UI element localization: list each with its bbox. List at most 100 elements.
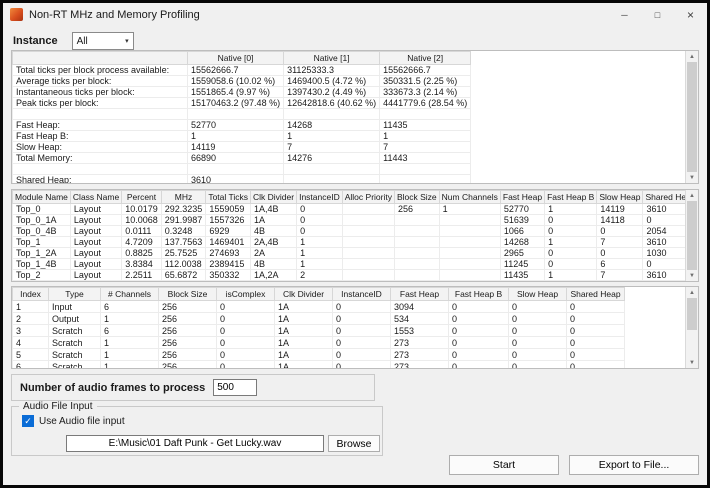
table-cell: 0 <box>333 325 391 337</box>
table-cell: 256 <box>159 313 217 325</box>
table-row[interactable]: Fast Heap B:111 <box>13 131 471 142</box>
table-row[interactable]: Top_0_4BLayout0.01110.324869294B01066002… <box>13 226 699 237</box>
audio-file-path-input[interactable] <box>66 435 324 452</box>
table-row[interactable]: 2Output125601A0534000 <box>13 313 625 325</box>
table-cell: 0 <box>509 301 567 313</box>
table-cell: Scratch <box>49 349 101 361</box>
table-cell: 7 <box>284 142 380 153</box>
table-cell <box>13 164 188 175</box>
column-header: Type <box>49 288 101 301</box>
table-row[interactable]: Total ticks per block process available:… <box>13 65 471 76</box>
table-cell: 7 <box>597 237 643 248</box>
vertical-scrollbar[interactable]: ▲ ▼ <box>685 190 698 281</box>
table-cell: 2965 <box>500 248 544 259</box>
table-row[interactable]: Shared Heap:3610 <box>13 175 471 185</box>
table-row[interactable]: 4Scratch125601A0273000 <box>13 337 625 349</box>
scrollbar-thumb[interactable] <box>687 62 697 172</box>
table-cell: 2 <box>297 270 343 281</box>
table-cell: 15562666.7 <box>380 65 471 76</box>
table-row[interactable] <box>13 109 471 120</box>
table-cell: 0 <box>297 215 343 226</box>
scroll-up-icon[interactable]: ▲ <box>686 51 698 62</box>
table-row[interactable] <box>13 164 471 175</box>
table-row[interactable]: Top_2Layout2.251165.68723503321A,2A21143… <box>13 270 699 281</box>
table-cell: 0 <box>509 313 567 325</box>
table-row[interactable]: 6Scratch125601A0273000 <box>13 361 625 370</box>
table-cell: 6929 <box>206 226 251 237</box>
table-cell: 1 <box>284 131 380 142</box>
table-cell: 3094 <box>391 301 449 313</box>
table-cell: Top_1_4B <box>13 259 71 270</box>
scroll-down-icon[interactable]: ▼ <box>686 172 698 183</box>
table-row[interactable]: Top_1Layout4.7209137.756314694012A,4B114… <box>13 237 699 248</box>
table-row[interactable]: Peak ticks per block:15170463.2 (97.48 %… <box>13 98 471 109</box>
table-row[interactable]: Top_2_1ALayout0.02050.598031891A22980051… <box>13 281 699 283</box>
table-cell: 0 <box>449 301 509 313</box>
table-row[interactable]: Top_1_2ALayout0.882525.75252746932A12965… <box>13 248 699 259</box>
maximize-button[interactable]: □ <box>641 3 674 26</box>
table-cell <box>439 281 500 283</box>
table-cell: 0.5980 <box>161 281 206 283</box>
table-cell: 350331.5 (2.25 %) <box>380 76 471 87</box>
summary-table: Native [0]Native [1]Native [2] Total tic… <box>12 51 471 184</box>
table-row[interactable]: Average ticks per block:1559058.6 (10.02… <box>13 76 471 87</box>
table-cell: 2 <box>297 281 343 283</box>
table-cell: 1469400.5 (4.72 %) <box>284 76 380 87</box>
table-cell: 6 <box>597 259 643 270</box>
use-audio-checkbox-row[interactable]: ✓ Use Audio file input <box>22 415 125 427</box>
title-bar[interactable]: Non-RT MHz and Memory Profiling ─ □ × <box>3 3 707 26</box>
table-cell <box>342 248 394 259</box>
start-button[interactable]: Start <box>449 455 559 475</box>
table-row[interactable]: Total Memory:668901427611443 <box>13 153 471 164</box>
table-cell <box>394 248 439 259</box>
scrollbar-thumb[interactable] <box>687 298 697 330</box>
table-cell <box>394 270 439 281</box>
table-cell: 3.8384 <box>122 259 162 270</box>
table-row[interactable]: Instantaneous ticks per block:1551865.4 … <box>13 87 471 98</box>
table-cell: 1A <box>275 313 333 325</box>
minimize-button[interactable]: ─ <box>608 3 641 26</box>
table-cell: Instantaneous ticks per block: <box>13 87 188 98</box>
table-cell: 4441779.6 (28.54 %) <box>380 98 471 109</box>
table-cell: 0 <box>449 349 509 361</box>
table-cell: 10.0068 <box>122 215 162 226</box>
table-row[interactable]: 1Input625601A03094000 <box>13 301 625 313</box>
column-header: Slow Heap <box>509 288 567 301</box>
table-cell: 1 <box>297 248 343 259</box>
table-row[interactable]: 5Scratch125601A0273000 <box>13 349 625 361</box>
table-cell: 0.0111 <box>122 226 162 237</box>
instance-select[interactable]: All ▾ <box>72 32 134 50</box>
table-row[interactable]: Fast Heap:527701426811435 <box>13 120 471 131</box>
table-cell: 0 <box>597 248 643 259</box>
table-cell <box>439 259 500 270</box>
scroll-down-icon[interactable]: ▼ <box>686 357 698 368</box>
table-cell: Layout <box>70 248 121 259</box>
table-cell: 2.2511 <box>122 270 162 281</box>
scroll-down-icon[interactable]: ▼ <box>686 270 698 281</box>
table-cell: 12642818.6 (40.62 %) <box>284 98 380 109</box>
scroll-up-icon[interactable]: ▲ <box>686 190 698 201</box>
table-cell: 31125333.3 <box>284 65 380 76</box>
table-cell: 0 <box>449 325 509 337</box>
table-cell: 0 <box>449 361 509 370</box>
frames-input[interactable] <box>213 379 257 396</box>
use-audio-checkbox[interactable]: ✓ <box>22 415 34 427</box>
table-cell: 1557326 <box>206 215 251 226</box>
vertical-scrollbar[interactable]: ▲ ▼ <box>685 287 698 368</box>
table-cell: 274693 <box>206 248 251 259</box>
close-button[interactable]: × <box>674 3 707 26</box>
export-to-file-button[interactable]: Export to File... <box>569 455 699 475</box>
table-row[interactable]: Top_0Layout10.0179292.323515590591A,4B02… <box>13 204 699 215</box>
table-row[interactable]: 3Scratch625601A01553000 <box>13 325 625 337</box>
table-cell: Top_0_4B <box>13 226 71 237</box>
table-row[interactable]: Top_1_4BLayout3.8384112.003823894154B111… <box>13 259 699 270</box>
vertical-scrollbar[interactable]: ▲ ▼ <box>685 51 698 183</box>
scrollbar-track[interactable] <box>686 330 698 357</box>
table-cell: 6 <box>101 325 159 337</box>
scroll-up-icon[interactable]: ▲ <box>686 287 698 298</box>
table-row[interactable]: Slow Heap:1411977 <box>13 142 471 153</box>
scrollbar-thumb[interactable] <box>687 201 697 270</box>
browse-button[interactable]: Browse <box>328 435 380 452</box>
table-row[interactable]: Top_0_1ALayout10.0068291.998715573261A05… <box>13 215 699 226</box>
table-cell: 2 <box>13 313 49 325</box>
